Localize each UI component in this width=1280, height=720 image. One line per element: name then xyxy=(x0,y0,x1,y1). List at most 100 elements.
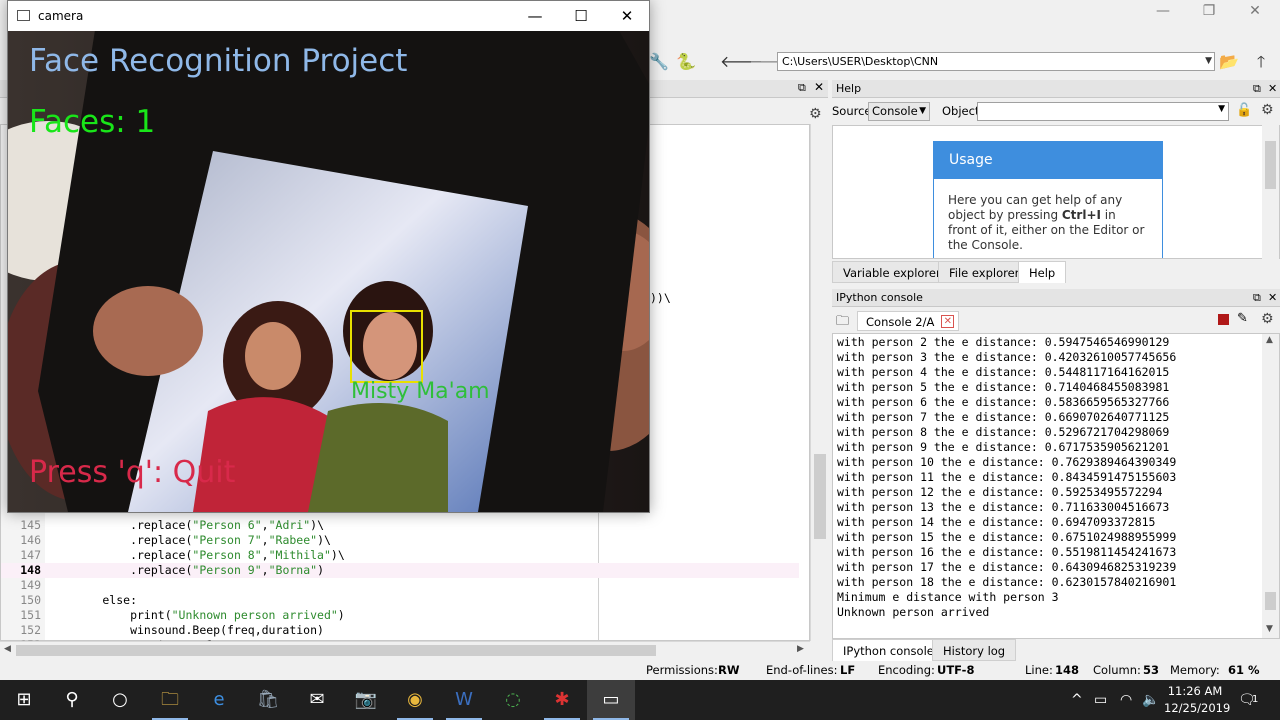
usage-shortcut: Ctrl+I xyxy=(1061,208,1101,222)
editor-horizontal-scrollbar[interactable]: ◀ ▶ xyxy=(0,641,810,658)
close-button[interactable]: ✕ xyxy=(1232,0,1278,22)
quit-hint: Press 'q': Quit xyxy=(29,455,236,490)
scroll-thumb[interactable] xyxy=(16,645,656,656)
word-icon[interactable]: W xyxy=(440,680,488,720)
chevron-up-icon[interactable]: ^ xyxy=(1071,680,1083,720)
restore-button[interactable]: ❐ xyxy=(1186,0,1232,22)
console-bottom-tab-bar: IPython console History log xyxy=(832,639,1280,661)
code-token: winsound.Beep(freq,duration) xyxy=(47,623,324,637)
code-line[interactable]: 149 xyxy=(1,578,799,593)
anaconda-icon[interactable]: ◌ xyxy=(489,680,537,720)
battery-icon[interactable]: ▭ xyxy=(1094,680,1107,720)
code-line[interactable]: 148 .replace("Person 9","Borna") xyxy=(1,563,799,578)
lock-icon[interactable]: 🔓 xyxy=(1236,103,1252,118)
scroll-down-icon[interactable]: ▼ xyxy=(1266,624,1273,634)
ipython-console[interactable]: with person 2 the e distance: 0.59475465… xyxy=(832,333,1280,639)
console-vertical-scrollbar[interactable]: ▲ ▼ xyxy=(1262,334,1279,638)
object-input[interactable]: ▼ xyxy=(977,102,1229,121)
store-icon[interactable]: 🛍 xyxy=(244,680,292,720)
code-string: "Rabee" xyxy=(268,533,318,547)
back-arrow-icon[interactable]: 🡐 xyxy=(720,52,763,72)
console-output-line: with person 3 the e distance: 0.42032610… xyxy=(837,350,1177,364)
parent-directory-icon[interactable]: 🡑 xyxy=(1250,52,1272,72)
cortana-icon[interactable]: ○ xyxy=(96,680,144,720)
system-clock[interactable]: 11:26 AM 12/25/2019 xyxy=(1164,683,1230,717)
undock-icon[interactable]: ⧉ xyxy=(1253,289,1261,307)
camera-titlebar[interactable]: camera — ☐ ✕ xyxy=(8,1,649,31)
eraser-icon[interactable]: ✎ xyxy=(1237,311,1248,326)
python-icon[interactable]: 🐍 xyxy=(675,52,697,72)
folder-open-icon[interactable]: 📂 xyxy=(1218,52,1240,72)
scroll-left-icon[interactable]: ◀ xyxy=(4,644,11,654)
gear-icon[interactable]: ⚙ xyxy=(1261,102,1274,118)
scroll-thumb[interactable] xyxy=(1265,141,1276,189)
code-line[interactable]: 152 winsound.Beep(freq,duration) xyxy=(1,623,799,638)
scroll-thumb[interactable] xyxy=(814,454,826,539)
source-select[interactable]: Console ▼ xyxy=(868,102,930,121)
gear-icon[interactable]: ⚙ xyxy=(809,106,822,122)
camera-window[interactable]: camera — ☐ ✕ Face Recognition Project Fa… xyxy=(7,0,650,513)
spyder-icon[interactable]: ✱ xyxy=(538,680,586,720)
tab-help[interactable]: Help xyxy=(1018,261,1067,283)
help-vertical-scrollbar[interactable] xyxy=(1262,125,1279,259)
tab-variable-explorer[interactable]: Variable explorer xyxy=(832,261,952,283)
code-text: .replace("Person 8","Mithila")\ xyxy=(47,548,345,563)
file-explorer-icon[interactable]: 🗀 xyxy=(146,680,194,720)
minimize-button[interactable]: — xyxy=(1140,0,1186,22)
close-tab-icon[interactable]: ✕ xyxy=(941,315,955,328)
camera-app-icon[interactable]: 📷 xyxy=(342,680,390,720)
chevron-down-icon[interactable]: ▼ xyxy=(1218,104,1225,114)
faces-count: Faces: 1 xyxy=(29,104,156,140)
close-pane-icon[interactable]: ✕ xyxy=(1268,80,1277,98)
wifi-icon[interactable]: ◠ xyxy=(1120,680,1132,720)
code-line[interactable]: 150 else: xyxy=(1,593,799,608)
tab-file-explorer[interactable]: File explorer xyxy=(938,261,1031,283)
close-button[interactable]: ✕ xyxy=(604,1,650,31)
scroll-right-icon[interactable]: ▶ xyxy=(797,644,804,654)
forward-arrow-icon[interactable]: 🡒 xyxy=(749,52,792,72)
console-pane-title: IPython console ⧉ ✕ xyxy=(832,289,1280,307)
taskbar: ⊞ ⚲ ○ 🗀 e 🛍 ✉ 📷 ◉ W ◌ ✱ ▭ ^ ▭ ◠ 🔈 11:26 … xyxy=(0,680,1280,720)
code-token: .replace( xyxy=(47,533,193,547)
undock-icon[interactable]: ⧉ xyxy=(798,81,806,95)
close-pane-icon[interactable]: ✕ xyxy=(1268,289,1277,307)
close-pane-icon[interactable]: ✕ xyxy=(814,80,824,94)
camera-feed: Face Recognition Project Faces: 1 Misty … xyxy=(8,31,649,512)
minimize-button[interactable]: — xyxy=(512,1,558,31)
stop-icon[interactable] xyxy=(1218,314,1229,325)
console-output-line: with person 9 the e distance: 0.67175359… xyxy=(837,440,1170,454)
camera-window-task-icon[interactable]: ▭ xyxy=(587,680,635,720)
windows-start-icon[interactable]: ⊞ xyxy=(0,680,48,720)
code-line[interactable]: 147 .replace("Person 8","Mithila")\ xyxy=(1,548,799,563)
code-token: , xyxy=(261,563,269,577)
browse-tabs-icon[interactable]: 🗀 xyxy=(836,312,849,334)
code-line[interactable]: 146 .replace("Person 7","Rabee")\ xyxy=(1,533,799,548)
wrench-icon[interactable]: 🔧 xyxy=(648,52,670,72)
tab-history-log[interactable]: History log xyxy=(932,639,1017,661)
chevron-down-icon[interactable]: ▼ xyxy=(1205,53,1212,70)
code-line[interactable]: 151 print("Unknown person arrived") xyxy=(1,608,799,623)
code-line[interactable]: 145 .replace("Person 6","Adri")\ xyxy=(1,518,799,533)
gear-icon[interactable]: ⚙ xyxy=(1261,311,1274,327)
editor-vertical-scrollbar[interactable] xyxy=(810,124,828,641)
chrome-icon[interactable]: ◉ xyxy=(391,680,439,720)
scroll-thumb[interactable] xyxy=(1265,592,1276,610)
mail-icon[interactable]: ✉ xyxy=(293,680,341,720)
tab-ipython-console[interactable]: IPython console xyxy=(832,639,945,661)
volume-icon[interactable]: 🔈 xyxy=(1142,680,1159,720)
eol-label: End-of-lines: xyxy=(766,663,838,677)
chevron-down-icon[interactable]: ▼ xyxy=(919,103,926,120)
edge-icon[interactable]: e xyxy=(195,680,243,720)
line-number: 152 xyxy=(20,623,41,637)
console-tab[interactable]: Console 2/A ✕ xyxy=(857,311,960,331)
console-title-text: IPython console xyxy=(836,291,923,304)
search-icon[interactable]: ⚲ xyxy=(48,680,96,720)
scroll-up-icon[interactable]: ▲ xyxy=(1266,335,1273,345)
clock-time: 11:26 AM xyxy=(1167,684,1223,698)
working-directory-input[interactable]: C:\Users\USER\Desktop\CNN ▼ xyxy=(777,52,1215,71)
undock-icon[interactable]: ⧉ xyxy=(1253,80,1261,98)
help-title-text: Help xyxy=(836,82,862,95)
console-output-line: with person 13 the e distance: 0.7116330… xyxy=(837,500,1170,514)
code-text: .replace("Person 7","Rabee")\ xyxy=(47,533,331,548)
maximize-button[interactable]: ☐ xyxy=(558,1,604,31)
